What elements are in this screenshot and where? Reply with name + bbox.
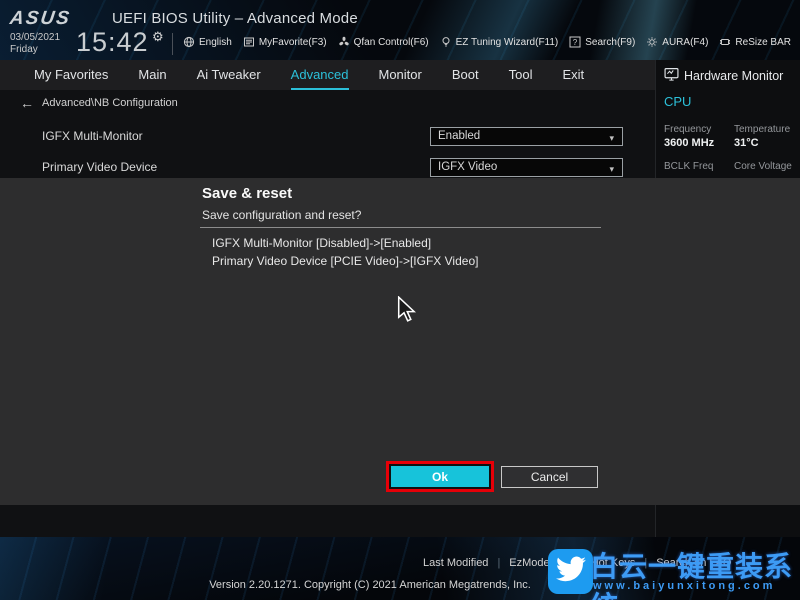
change-item: Primary Video Device [PCIE Video]->[IGFX… [212, 252, 478, 270]
divider: | [497, 557, 500, 569]
quick-toolbar: English MyFavorite(F3) Qfan Control(F6) … [183, 32, 791, 52]
tab-ai-tweaker[interactable]: Ai Tweaker [197, 60, 261, 90]
footer-last-modified[interactable]: Last Modified [423, 557, 488, 569]
metric-value: 3600 MHz [664, 137, 734, 157]
twitter-bird-icon [556, 554, 586, 589]
save-reset-dialog: Save & reset Save configuration and rese… [0, 178, 800, 505]
ok-button-highlight-frame: Ok [386, 461, 494, 492]
bulb-icon [440, 36, 452, 48]
setting-label-primary-video-device: Primary Video Device [42, 160, 157, 174]
bios-title: UEFI BIOS Utility – Advanced Mode [112, 10, 358, 27]
ez-tuning-wizard-button[interactable]: EZ Tuning Wizard(F11) [440, 36, 559, 48]
svg-text:?: ? [573, 38, 578, 47]
metric-label: BCLK Freq [664, 159, 734, 172]
tab-my-favorites[interactable]: My Favorites [34, 60, 108, 90]
hardware-monitor-section-cpu: CPU [664, 94, 691, 109]
monitor-icon [664, 67, 679, 84]
tab-monitor[interactable]: Monitor [379, 60, 422, 90]
chevron-down-icon: ▾ [609, 130, 614, 147]
menu-bar: My Favorites Main Ai Tweaker Advanced Mo… [0, 60, 655, 90]
tab-advanced[interactable]: Advanced [291, 60, 349, 90]
date-text: 03/05/2021 [10, 32, 60, 44]
dialog-title: Save & reset [202, 185, 292, 202]
asus-logo: ASUS [8, 8, 72, 30]
change-item: IGFX Multi-Monitor [Disabled]->[Enabled] [212, 234, 478, 252]
list-icon [243, 36, 255, 48]
dialog-subtitle: Save configuration and reset? [202, 208, 361, 222]
language-button[interactable]: English [183, 36, 232, 48]
tab-boot[interactable]: Boot [452, 60, 479, 90]
question-icon: ? [569, 36, 581, 48]
bios-screen: ASUS UEFI BIOS Utility – Advanced Mode 0… [0, 0, 800, 600]
aura-button[interactable]: AURA(F4) [646, 36, 708, 48]
metric-label: Frequency [664, 122, 734, 135]
hardware-monitor-title: Hardware Monitor [664, 67, 783, 84]
metric-label: Core Voltage [734, 159, 796, 172]
back-arrow-icon[interactable]: ← [20, 95, 34, 111]
metric-value: 31°C [734, 137, 796, 157]
bios-version-text: Version 2.20.1271. Copyright (C) 2021 Am… [170, 579, 570, 591]
tab-main[interactable]: Main [138, 60, 166, 90]
divider [172, 33, 173, 55]
setting-label-igfx-multi-monitor: IGFX Multi-Monitor [42, 129, 143, 143]
search-button[interactable]: ? Search(F9) [569, 36, 635, 48]
chevron-down-icon: ▾ [609, 161, 614, 178]
globe-icon [183, 36, 195, 48]
qfan-control-button[interactable]: Qfan Control(F6) [338, 36, 429, 48]
watermark-url: www.baiyunxitong.com [593, 580, 775, 592]
clock: 15:42 [76, 27, 149, 58]
dropdown-igfx-multi-monitor[interactable]: Enabled ▾ [430, 127, 623, 146]
watermark-badge [548, 549, 593, 594]
ok-button[interactable]: Ok [391, 466, 489, 487]
sun-icon [646, 36, 658, 48]
tab-tool[interactable]: Tool [509, 60, 533, 90]
cancel-button[interactable]: Cancel [501, 466, 598, 488]
day-text: Friday [10, 44, 60, 56]
chip-icon [719, 36, 731, 48]
resize-bar-button[interactable]: ReSize BAR [719, 36, 791, 48]
date-block: 03/05/2021 Friday [10, 32, 60, 56]
divider [200, 227, 601, 228]
myfavorite-button[interactable]: MyFavorite(F3) [243, 36, 327, 48]
tab-exit[interactable]: Exit [562, 60, 584, 90]
breadcrumb: Advanced\NB Configuration [42, 97, 178, 109]
hardware-monitor-metrics: Frequency Temperature 3600 MHz 31°C BCLK… [664, 122, 796, 172]
top-banner: ASUS UEFI BIOS Utility – Advanced Mode 0… [0, 0, 800, 60]
fan-icon [338, 36, 350, 48]
dropdown-primary-video-device[interactable]: IGFX Video ▾ [430, 158, 623, 177]
metric-label: Temperature [734, 122, 796, 135]
clock-settings-gear-icon[interactable]: ⚙ [152, 29, 164, 45]
dialog-change-list: IGFX Multi-Monitor [Disabled]->[Enabled]… [212, 234, 478, 270]
